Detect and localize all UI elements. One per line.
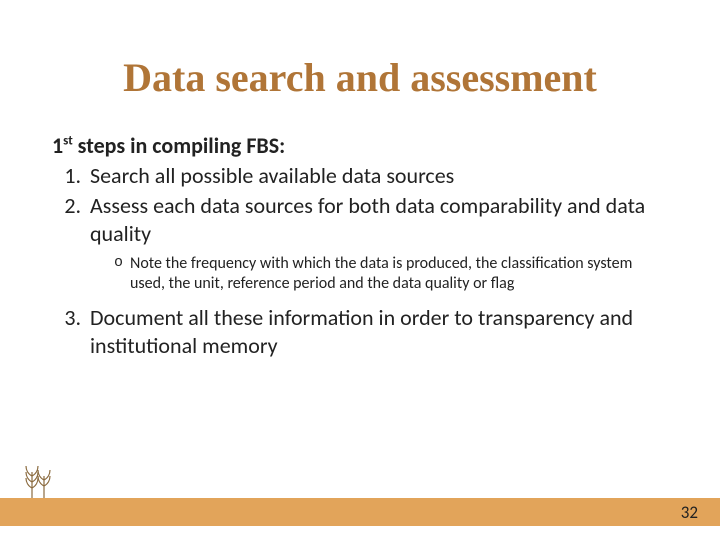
list-item: Document all these information in order … <box>86 304 662 360</box>
footer-bar: 32 <box>0 498 720 526</box>
slide: Data search and assessment 1st steps in … <box>0 0 720 540</box>
main-list: Search all possible available data sourc… <box>52 162 662 361</box>
sub-list-item-text: Note the frequency with which the data i… <box>130 254 632 293</box>
intro-rest: steps in compiling FBS: <box>73 132 286 159</box>
list-item: Search all possible available data sourc… <box>86 162 662 190</box>
slide-title: Data search and assessment <box>0 0 720 101</box>
sub-list: Note the frequency with which the data i… <box>90 254 662 294</box>
intro-superscript: st <box>63 134 73 149</box>
intro-prefix: 1 <box>52 132 63 159</box>
list-item: Assess each data sources for both data c… <box>86 192 662 294</box>
intro-line: 1st steps in compiling FBS: <box>52 132 662 160</box>
list-item-text: Document all these information in order … <box>90 304 633 359</box>
list-item-text: Search all possible available data sourc… <box>90 162 454 189</box>
list-item-text: Assess each data sources for both data c… <box>90 192 645 247</box>
slide-body: 1st steps in compiling FBS: Search all p… <box>52 132 662 362</box>
sub-list-item: Note the frequency with which the data i… <box>114 254 662 294</box>
page-number: 32 <box>681 502 698 523</box>
